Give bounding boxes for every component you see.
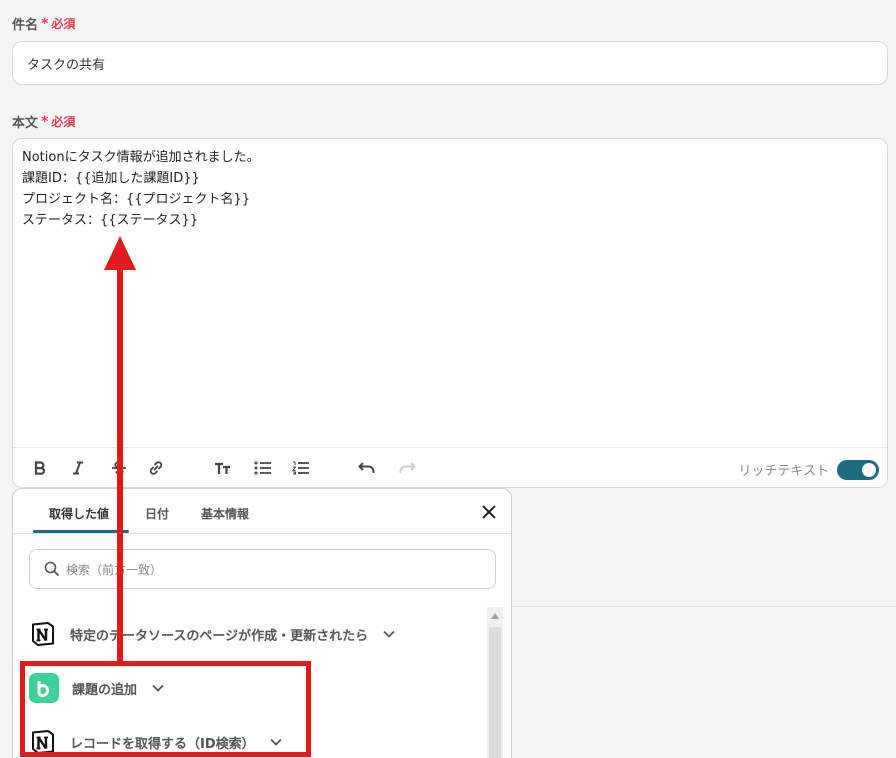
italic-icon[interactable] bbox=[65, 456, 91, 480]
scroll-thumb[interactable] bbox=[489, 627, 501, 758]
notion-icon bbox=[29, 620, 57, 648]
body-label-text: 本文 bbox=[12, 116, 39, 131]
text-size-icon[interactable] bbox=[210, 456, 236, 480]
numbered-list-icon[interactable] bbox=[288, 456, 314, 480]
list-item-label: 特定のデータソースのページが作成・更新されたら bbox=[70, 628, 369, 644]
required-badge: 必須 bbox=[51, 115, 76, 129]
active-tab-indicator bbox=[33, 530, 129, 533]
body-editor[interactable]: Notionにタスク情報が追加されました。 課題ID：{{追加した課題ID}} … bbox=[12, 138, 888, 488]
body-line: Notionにタスク情報が追加されました。 bbox=[22, 150, 260, 165]
highlight-annotation-box bbox=[20, 661, 311, 757]
rich-text-label: リッチテキスト bbox=[738, 464, 829, 479]
tab-date[interactable]: 日付 bbox=[145, 505, 169, 522]
body-label: 本文 * 必須 bbox=[12, 112, 76, 132]
editor-toolbar: リッチテキスト bbox=[13, 447, 887, 487]
strikethrough-icon[interactable] bbox=[106, 456, 132, 480]
close-icon[interactable] bbox=[479, 502, 499, 522]
subject-input[interactable]: タスクの共有 bbox=[12, 41, 888, 85]
scroll-up-arrow-icon[interactable] bbox=[491, 613, 499, 619]
divider bbox=[510, 606, 896, 607]
undo-icon[interactable] bbox=[354, 456, 380, 480]
subject-label: 件名 * 必須 bbox=[12, 14, 76, 34]
body-line: プロジェクト名：{{プロジェクト名}} bbox=[22, 192, 251, 207]
bold-icon[interactable] bbox=[27, 456, 53, 480]
search-icon bbox=[44, 561, 60, 577]
required-badge: 必須 bbox=[51, 17, 76, 31]
bullet-list-icon[interactable] bbox=[250, 456, 276, 480]
body-text[interactable]: Notionにタスク情報が追加されました。 課題ID：{{追加した課題ID}} … bbox=[22, 147, 260, 231]
chevron-down-icon[interactable] bbox=[383, 630, 395, 638]
body-line: ステータス：{{ステータス}} bbox=[22, 213, 199, 228]
rich-text-toggle[interactable] bbox=[837, 460, 879, 480]
list-item[interactable]: 特定のデータソースのページが作成・更新されたら bbox=[29, 619, 395, 649]
panel-tabs: 取得した値 日付 基本情報 bbox=[13, 489, 511, 534]
redo-icon[interactable] bbox=[394, 456, 420, 480]
tab-retrieved-values[interactable]: 取得した値 bbox=[49, 505, 109, 522]
body-line: 課題ID：{{追加した課題ID}} bbox=[22, 171, 200, 186]
search-placeholder: 検索（前方一致） bbox=[66, 562, 163, 577]
subject-label-text: 件名 bbox=[12, 18, 39, 33]
required-asterisk: * bbox=[41, 15, 49, 32]
tab-basic-info[interactable]: 基本情報 bbox=[201, 505, 249, 522]
toggle-knob bbox=[862, 463, 876, 477]
link-icon[interactable] bbox=[143, 456, 169, 480]
search-input[interactable]: 検索（前方一致） bbox=[29, 549, 496, 589]
subject-input-value: タスクの共有 bbox=[27, 57, 106, 73]
scrollbar[interactable] bbox=[487, 607, 503, 758]
required-asterisk: * bbox=[41, 113, 49, 130]
